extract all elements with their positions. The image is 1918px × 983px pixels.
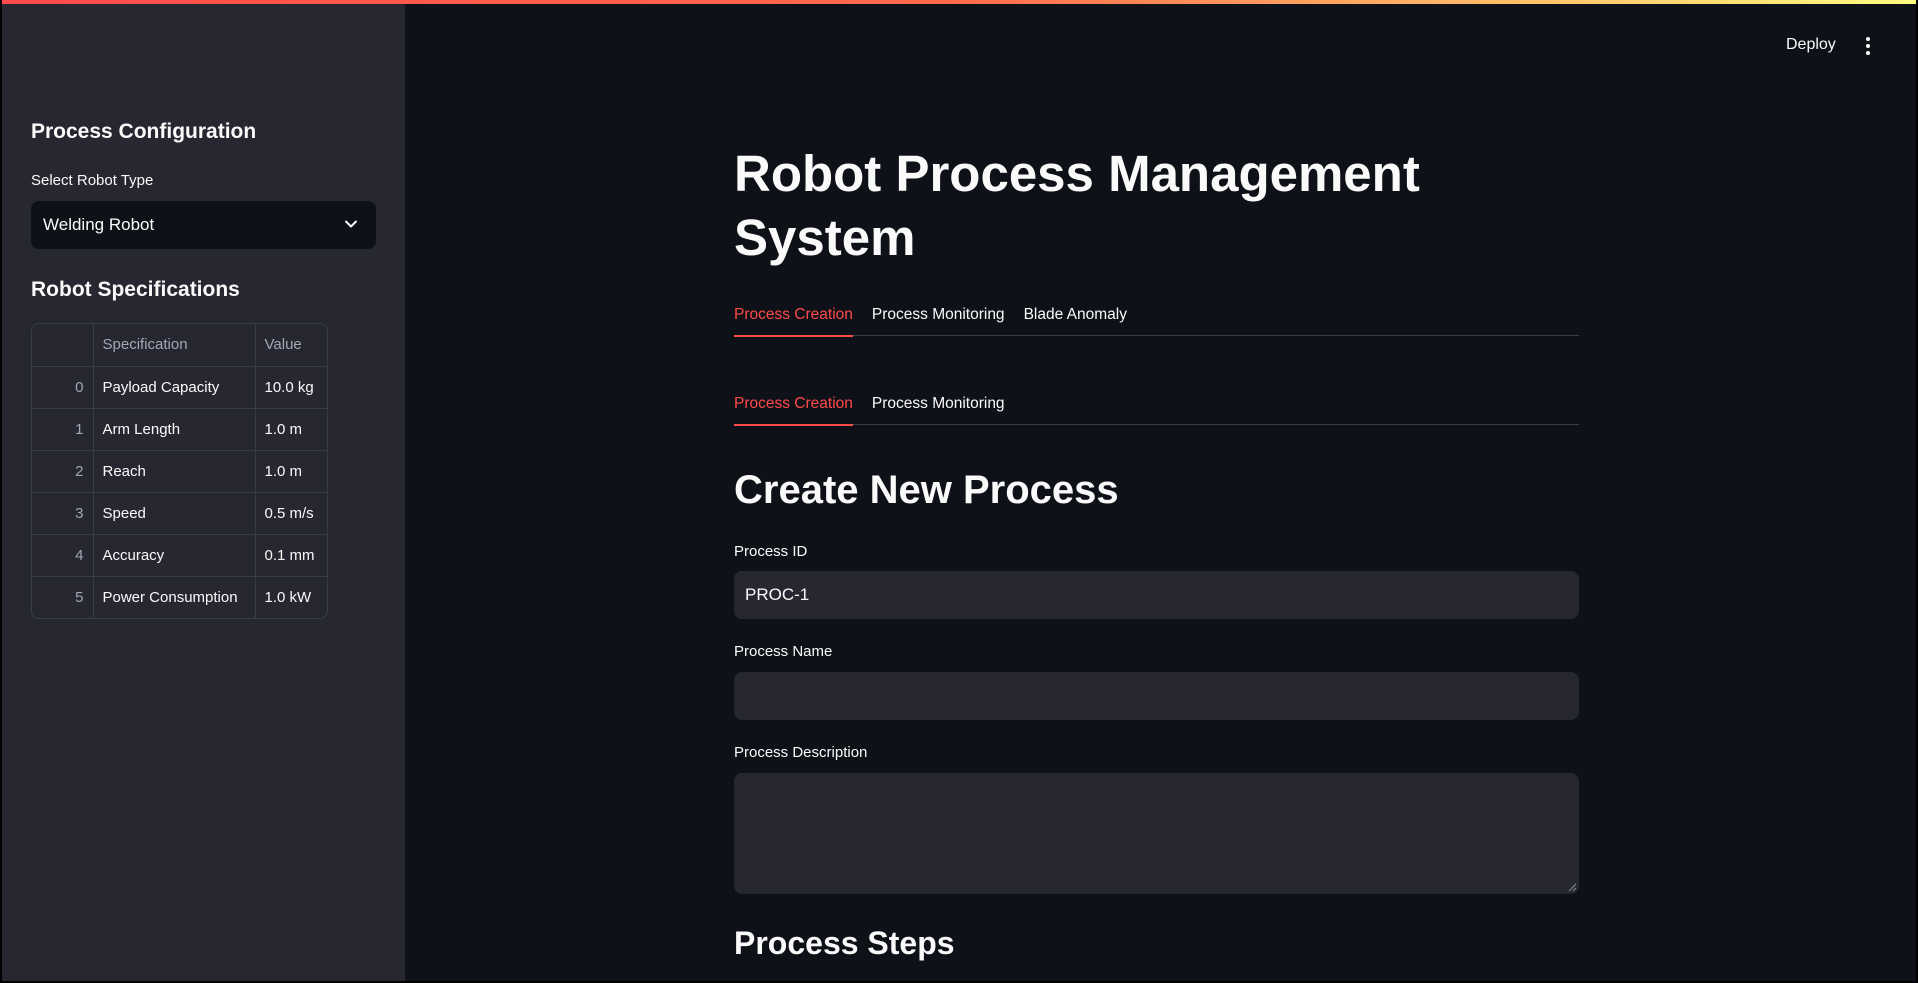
row-spec: Power Consumption [93,576,256,618]
row-index: 3 [32,492,94,535]
column-header-specification[interactable]: Specification [93,324,256,367]
robot-type-select[interactable]: Welding Robot [31,201,376,249]
specifications-table: Specification Value 0 Payload Capacity 1… [31,323,328,619]
row-index: 1 [32,408,94,451]
table-row: 2 Reach 1.0 m [32,450,327,493]
vertical-dots-icon[interactable] [1862,36,1874,56]
row-spec: Payload Capacity [93,366,256,409]
row-value: 0.5 m/s [255,492,327,535]
sidebar-config-heading: Process Configuration [31,120,257,143]
row-value: 10.0 kg [255,366,327,409]
robot-type-value: Welding Robot [43,215,155,234]
row-index: 2 [32,450,94,493]
chevron-down-icon [345,220,357,228]
subtab-process-creation[interactable]: Process Creation [734,387,853,426]
row-spec: Arm Length [93,408,256,451]
row-spec: Reach [93,450,256,493]
column-header-index [32,324,94,367]
row-spec: Accuracy [93,534,256,577]
sidebar-specs-heading: Robot Specifications [31,278,240,301]
row-index: 4 [32,534,94,577]
table-row: 1 Arm Length 1.0 m [32,408,327,451]
column-header-value[interactable]: Value [255,324,327,367]
process-description-label: Process Description [734,744,868,761]
row-value: 1.0 m [255,450,327,493]
sidebar: Process Configuration Select Robot Type … [0,0,405,983]
table-row: 5 Power Consumption 1.0 kW [32,576,327,618]
process-id-input[interactable]: PROC-1 [734,571,1579,619]
table-row: 0 Payload Capacity 10.0 kg [32,366,327,409]
subtab-process-monitoring[interactable]: Process Monitoring [872,387,1005,425]
main-tabs: Process Creation Process Monitoring Blad… [734,298,1579,337]
table-header-row: Specification Value [32,324,327,367]
process-name-input[interactable] [734,672,1579,720]
row-spec: Speed [93,492,256,535]
robot-type-label: Select Robot Type [31,172,154,189]
process-steps-heading: Process Steps [734,925,955,961]
tab-process-creation[interactable]: Process Creation [734,298,853,337]
process-id-label: Process ID [734,543,808,560]
row-value: 1.0 m [255,408,327,451]
row-value: 0.1 mm [255,534,327,577]
resize-grip-icon[interactable] [1567,882,1577,892]
tab-blade-anomaly[interactable]: Blade Anomaly [1024,298,1127,336]
create-process-heading: Create New Process [734,468,1119,512]
table-row: 3 Speed 0.5 m/s [32,492,327,535]
sub-tabs: Process Creation Process Monitoring [734,387,1579,426]
deploy-button[interactable]: Deploy [1786,36,1836,54]
row-index: 5 [32,576,94,618]
row-value: 1.0 kW [264,588,312,606]
process-description-textarea[interactable] [734,773,1579,894]
tab-process-monitoring[interactable]: Process Monitoring [872,298,1005,336]
top-decoration-bar [0,0,1918,4]
page-title: Robot Process Management System [734,145,1420,266]
table-row: 4 Accuracy 0.1 mm [32,534,327,577]
process-name-label: Process Name [734,643,833,660]
row-index: 0 [32,366,94,409]
